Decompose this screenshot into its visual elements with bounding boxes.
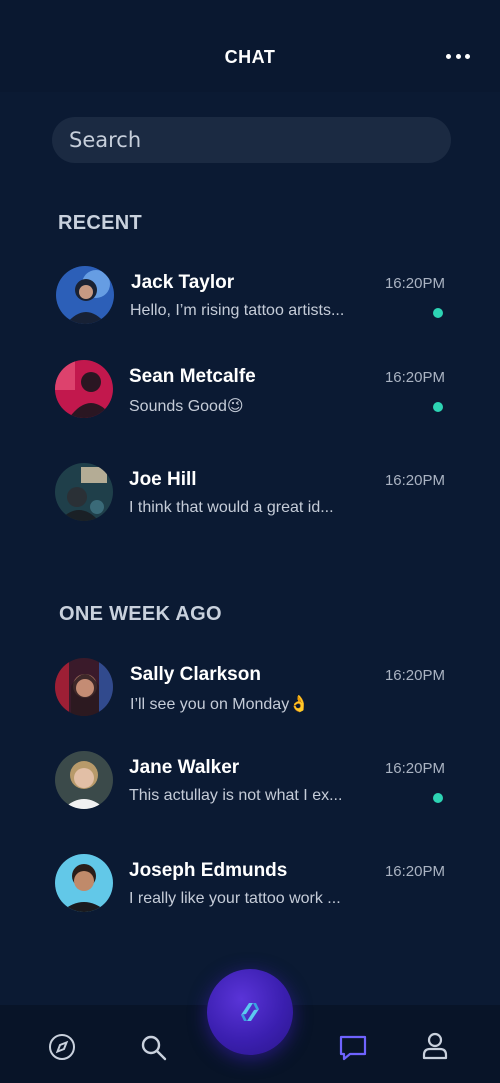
- contact-name: Joe Hill: [129, 469, 197, 490]
- link-icon: [241, 1003, 259, 1021]
- chat-row[interactable]: Sean Metcalfe 16:20PM Sounds Good😉: [0, 360, 500, 440]
- avatar: [55, 751, 113, 809]
- chat-row[interactable]: Joseph Edmunds 16:20PM I really like you…: [0, 854, 500, 934]
- center-action-button[interactable]: [207, 969, 293, 1055]
- message-preview: This actullay is not what I ex...: [129, 787, 343, 804]
- contact-name: Sean Metcalfe: [129, 366, 256, 387]
- contact-name: Joseph Edmunds: [129, 860, 288, 881]
- chat-row[interactable]: Jane Walker 16:20PM This actullay is not…: [0, 751, 500, 831]
- message-preview: I’ll see you on Monday👌: [130, 696, 310, 713]
- user-icon[interactable]: [420, 1031, 450, 1061]
- avatar: [55, 360, 113, 418]
- chat-bubble-icon[interactable]: [338, 1033, 368, 1063]
- more-options-button[interactable]: [446, 46, 470, 66]
- message-time: 16:20PM: [384, 472, 445, 489]
- contact-name: Jack Taylor: [131, 272, 235, 293]
- avatar: [56, 266, 114, 324]
- more-dot: [455, 53, 461, 59]
- message-time: 16:20PM: [384, 369, 445, 386]
- search-input[interactable]: [52, 117, 451, 163]
- avatar: [55, 854, 113, 912]
- app-header: CHAT: [0, 0, 500, 92]
- compass-icon[interactable]: [47, 1032, 77, 1062]
- contact-name: Sally Clarkson: [130, 664, 261, 685]
- message-preview: Sounds Good😉: [129, 398, 244, 415]
- contact-name: Jane Walker: [129, 757, 240, 778]
- unread-indicator: [433, 793, 443, 803]
- message-preview: Hello, I’m rising tattoo artists...: [130, 302, 345, 319]
- section-title-week: ONE WEEK AGO: [59, 603, 222, 625]
- unread-indicator: [433, 308, 443, 318]
- message-time: 16:20PM: [384, 667, 445, 684]
- search-icon[interactable]: [139, 1033, 169, 1063]
- avatar: [55, 658, 113, 716]
- message-preview: I think that would a great id...: [129, 499, 334, 516]
- chat-row[interactable]: Jack Taylor 16:20PM Hello, I’m rising ta…: [0, 266, 500, 346]
- section-title-recent: RECENT: [58, 212, 143, 234]
- unread-indicator: [433, 402, 443, 412]
- message-preview: I really like your tattoo work ...: [129, 890, 341, 907]
- page-title: CHAT: [224, 47, 276, 67]
- avatar: [55, 463, 113, 521]
- more-dot: [446, 53, 451, 59]
- message-time: 16:20PM: [384, 760, 445, 777]
- message-time: 16:20PM: [384, 275, 445, 292]
- chat-row[interactable]: Joe Hill 16:20PM I think that would a gr…: [0, 463, 500, 543]
- message-time: 16:20PM: [384, 863, 445, 880]
- more-dot: [465, 53, 470, 59]
- chat-row[interactable]: Sally Clarkson 16:20PM I’ll see you on M…: [0, 658, 500, 738]
